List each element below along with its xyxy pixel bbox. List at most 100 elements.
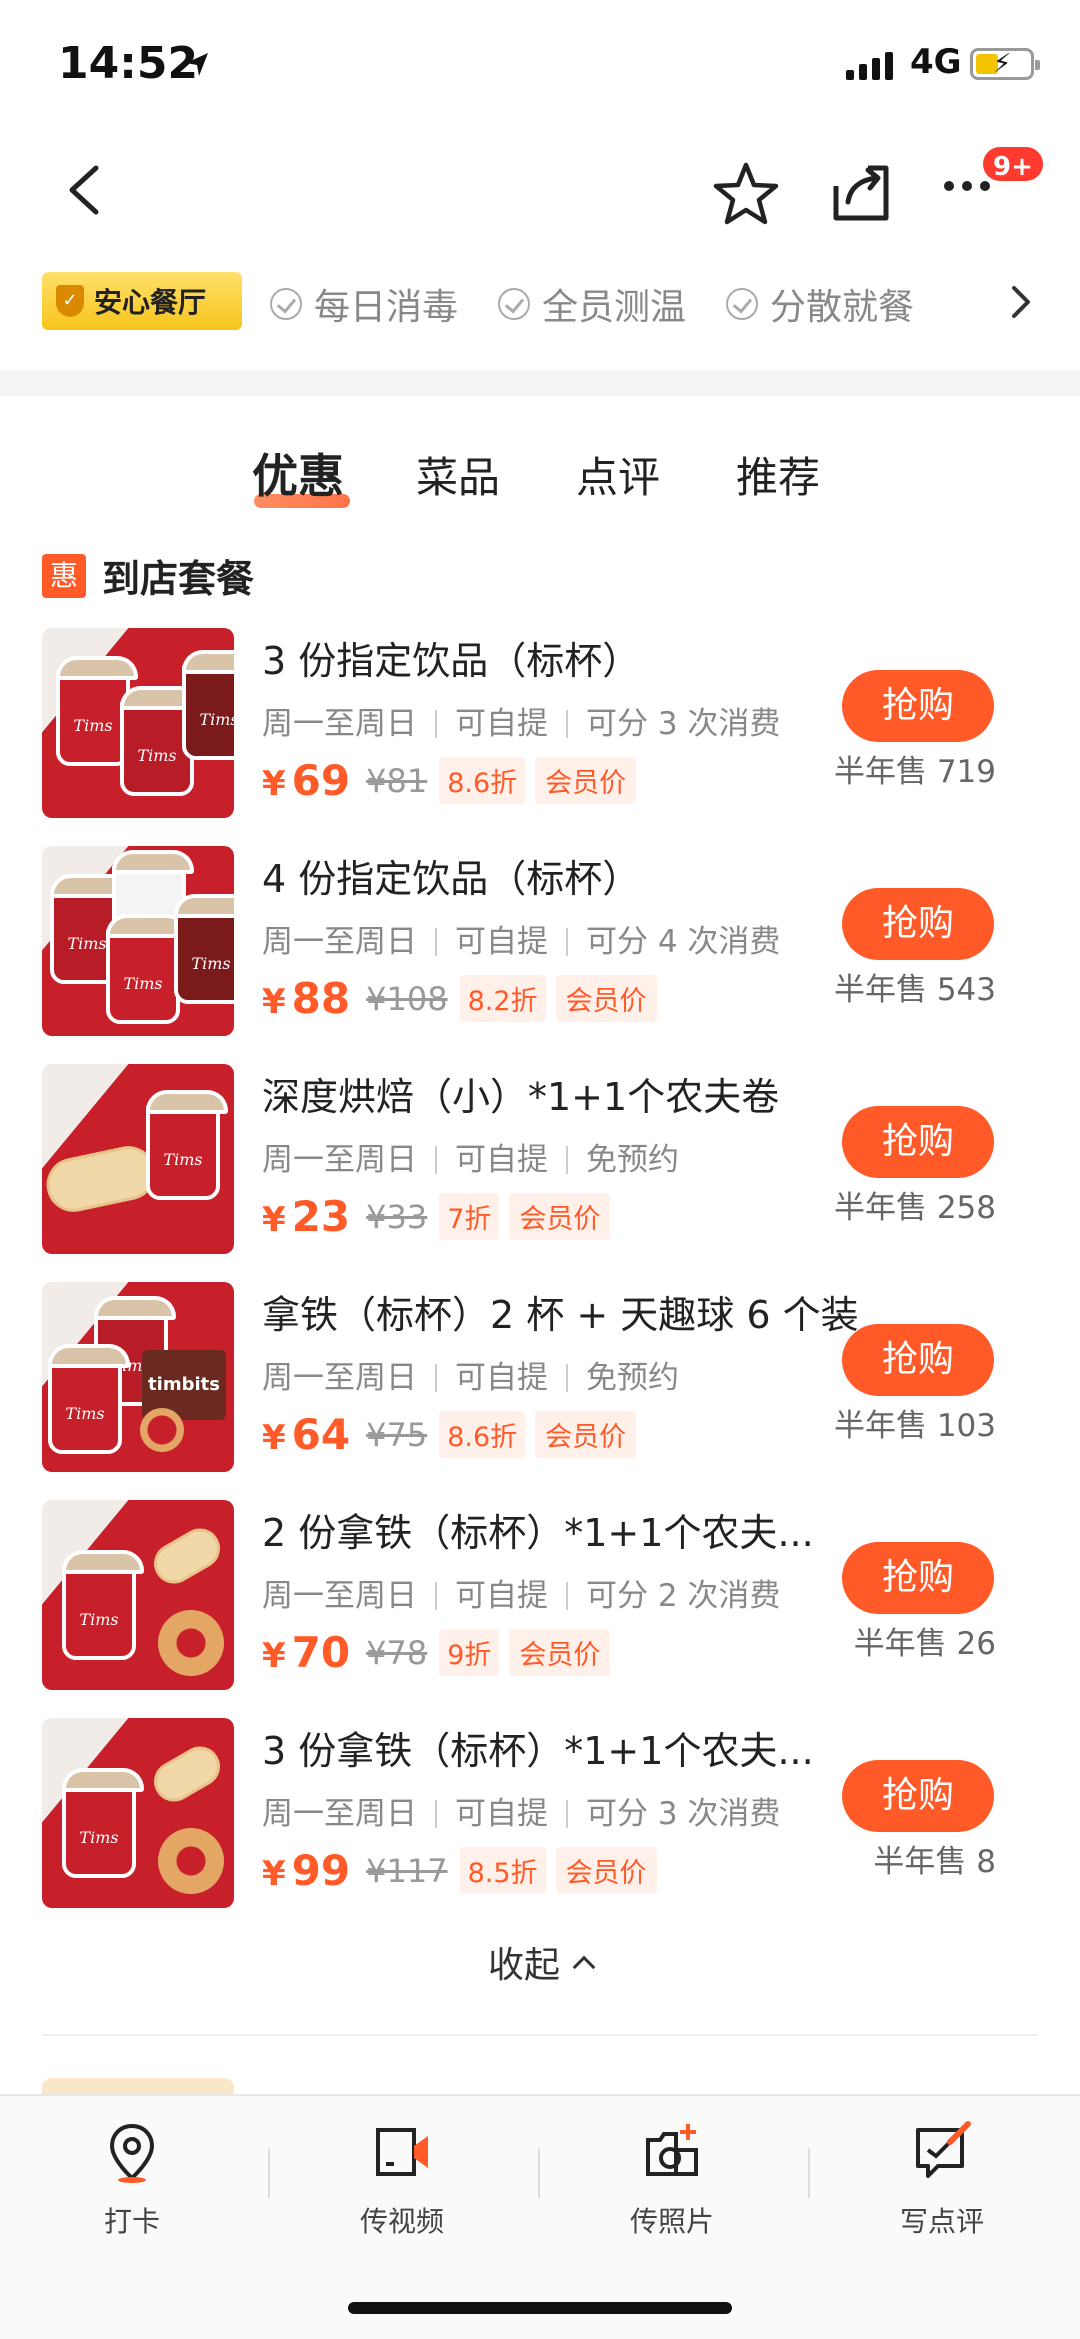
checkin-label: 打卡 [103, 2205, 160, 2238]
write-review-icon [916, 2121, 971, 2178]
member-price-tag: 会员价 [535, 757, 637, 804]
write-review-button[interactable]: 写点评 [852, 2120, 1032, 2240]
tag-item: 全员测温 [498, 278, 686, 330]
tag-item: 分散就餐 [726, 278, 914, 330]
tab-bar: 优惠 菜品 点评 推荐 [0, 440, 1080, 520]
sold-count: 半年售 258 [833, 1190, 996, 1226]
section-title: 到店套餐 [102, 557, 255, 601]
tab-offers[interactable]: 优惠 [252, 440, 344, 506]
divider [42, 2034, 1038, 2036]
deal-item[interactable]: 3 份拿铁（标杯）*1+1个农夫... 周一至周日可自提可分 3 次消费 ¥99… [0, 1718, 1080, 1918]
price-row: ¥64 ¥75 8.6折 会员价 [262, 1410, 637, 1459]
member-price-tag: 会员价 [509, 1629, 611, 1676]
signal-icon [846, 50, 893, 80]
discount-tag: 8.2折 [459, 975, 546, 1022]
share-icon[interactable] [828, 160, 894, 226]
sold-count: 半年售 719 [833, 754, 996, 790]
deal-image [42, 1064, 234, 1254]
status-bar: 14:52 4G ⚡ [0, 0, 1080, 130]
upload-video-label: 传视频 [359, 2205, 444, 2238]
tab-dishes[interactable]: 菜品 [416, 444, 500, 505]
status-time: 14:52 [58, 38, 199, 89]
upload-photo-label: 传照片 [629, 2205, 714, 2238]
buy-button[interactable]: 抢购 [842, 670, 994, 742]
deal-item[interactable]: 2 份拿铁（标杯）*1+1个农夫... 周一至周日可自提可分 2 次消费 ¥70… [0, 1500, 1080, 1700]
photo-upload-icon [646, 2124, 698, 2176]
deal-name: 深度烘焙（小）*1+1个农夫卷 [262, 1075, 780, 1119]
tag-label: 全员测温 [542, 287, 687, 328]
tab-recommended[interactable]: 推荐 [736, 444, 820, 505]
safe-restaurant-label: 安心餐厅 [94, 286, 207, 319]
original-price: ¥78 [366, 1633, 428, 1672]
favorite-star-icon[interactable] [712, 160, 780, 228]
deal-name: 3 份拿铁（标杯）*1+1个农夫... [262, 1729, 814, 1773]
upload-video-button[interactable]: 传视频 [312, 2120, 492, 2240]
collapse-label: 收起 [487, 1945, 560, 1986]
battery-icon: ⚡ [970, 48, 1040, 80]
deal-price: ¥88 [262, 974, 351, 1023]
deal-price: ¥64 [262, 1410, 351, 1459]
deal-image [42, 846, 234, 1036]
price-row: ¥99 ¥117 8.5折 会员价 [262, 1846, 657, 1895]
deal-conditions: 周一至周日 可自提 免预约 [262, 1134, 679, 1179]
check-circle-icon [726, 288, 758, 320]
original-price: ¥117 [366, 1851, 448, 1890]
price-row: ¥70 ¥78 9折 会员价 [262, 1628, 611, 1677]
deal-image [42, 1718, 234, 1908]
deal-item[interactable]: 3 份指定饮品（标杯） 周一至周日可自提可分 3 次消费 ¥69 ¥81 8.6… [0, 628, 1080, 828]
price-row: ¥88 ¥108 8.2折 会员价 [262, 974, 657, 1023]
checkin-button[interactable]: 打卡 [42, 2120, 222, 2240]
deal-name: 3 份指定饮品（标杯） [262, 639, 641, 683]
back-icon[interactable] [58, 160, 118, 220]
buy-button[interactable]: 抢购 [842, 1760, 994, 1832]
deal-name: 拿铁（标杯）2 杯 + 天趣球 6 个装 [262, 1293, 859, 1337]
offer-icon: 惠 [42, 553, 86, 598]
deal-conditions: 周一至周日 可自提 免预约 [262, 1352, 679, 1397]
section-header: 惠 到店套餐 [42, 548, 254, 603]
upload-photo-button[interactable]: 传照片 [582, 2120, 762, 2240]
original-price: ¥81 [366, 761, 428, 800]
location-pin-icon [109, 2123, 155, 2183]
deal-conditions: 周一至周日 可自提 可分 3 次消费 [262, 1788, 780, 1833]
check-circle-icon [498, 288, 530, 320]
collapse-button[interactable]: 收起 [0, 1936, 1080, 1988]
top-nav: 9+ [0, 140, 1080, 240]
section-divider [0, 370, 1080, 396]
buy-button[interactable]: 抢购 [842, 1542, 994, 1614]
deal-item[interactable]: timbits 拿铁（标杯）2 杯 + 天趣球 6 个装 周一至周日可自提免预约… [0, 1282, 1080, 1482]
tag-label: 分散就餐 [770, 287, 915, 328]
deal-item[interactable]: 4 份指定饮品（标杯） 周一至周日可自提可分 4 次消费 ¥88 ¥108 8.… [0, 846, 1080, 1046]
tag-label: 每日消毒 [314, 287, 459, 328]
deal-price: ¥23 [262, 1192, 351, 1241]
buy-button[interactable]: 抢购 [842, 1106, 994, 1178]
discount-tag: 8.5折 [459, 1847, 546, 1894]
deal-image [42, 1500, 234, 1690]
safe-restaurant-badge[interactable]: ✓ 安心餐厅 [42, 272, 242, 330]
video-upload-icon [376, 2128, 428, 2176]
check-circle-icon [270, 288, 302, 320]
discount-tag: 8.6折 [439, 1411, 526, 1458]
deal-conditions: 周一至周日 可自提 可分 2 次消费 [262, 1570, 780, 1615]
tab-reviews[interactable]: 点评 [576, 444, 660, 505]
original-price: ¥75 [366, 1415, 428, 1454]
sold-count: 半年售 26 [853, 1626, 996, 1662]
deal-price: ¥99 [262, 1846, 351, 1895]
buy-button[interactable]: 抢购 [842, 1324, 994, 1396]
chevron-right-icon[interactable] [1006, 282, 1036, 322]
write-review-label: 写点评 [899, 2205, 984, 2238]
deal-item[interactable]: 深度烘焙（小）*1+1个农夫卷 周一至周日可自提免预约 ¥23 ¥33 7折 会… [0, 1064, 1080, 1264]
member-price-tag: 会员价 [555, 975, 657, 1022]
price-row: ¥69 ¥81 8.6折 会员价 [262, 756, 637, 805]
sold-count: 半年售 543 [833, 972, 996, 1008]
discount-tag: 7折 [439, 1193, 500, 1240]
home-indicator [348, 2302, 732, 2314]
discount-tag: 9折 [439, 1629, 500, 1676]
location-arrow-icon [186, 53, 208, 76]
deal-name: 4 份指定饮品（标杯） [262, 857, 641, 901]
deal-image [42, 628, 234, 818]
buy-button[interactable]: 抢购 [842, 888, 994, 960]
discount-tag: 8.6折 [439, 757, 526, 804]
member-price-tag: 会员价 [509, 1193, 611, 1240]
deal-conditions: 周一至周日 可自提 可分 4 次消费 [262, 916, 780, 961]
original-price: ¥33 [366, 1197, 428, 1236]
